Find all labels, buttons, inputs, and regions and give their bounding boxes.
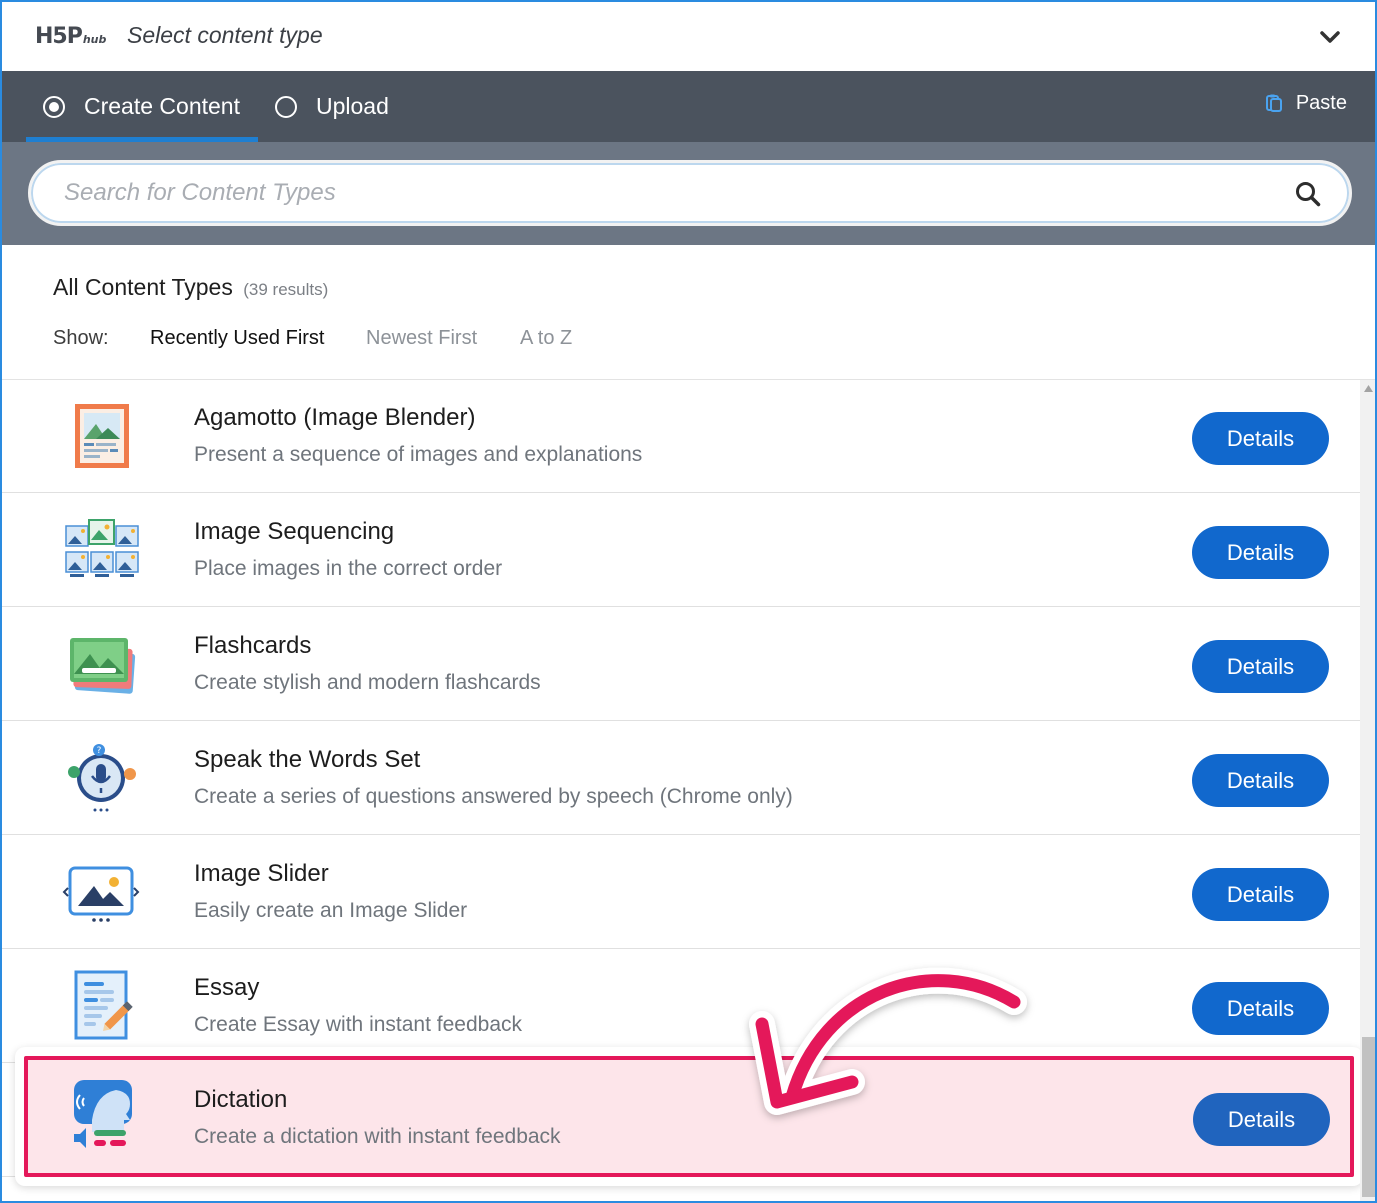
- image-sequencing-icon: [65, 519, 139, 577]
- tab-create-content[interactable]: Create Content: [43, 71, 240, 142]
- radio-checked-icon: [43, 95, 65, 118]
- details-button[interactable]: Details: [1192, 640, 1329, 693]
- content-types-heading: All Content Types: [53, 274, 233, 300]
- item-description: Create a series of questions answered by…: [194, 785, 793, 808]
- details-button[interactable]: Details: [1192, 412, 1329, 465]
- list-item[interactable]: ? Speak the Words Set Create a series of…: [2, 722, 1360, 835]
- item-description: Create stylish and modern flashcards: [194, 671, 541, 694]
- item-name: Speak the Words Set: [194, 746, 421, 773]
- details-button[interactable]: Details: [1192, 526, 1329, 579]
- item-name: Flashcards: [194, 632, 312, 659]
- item-name: Dictation: [194, 1086, 288, 1113]
- details-button[interactable]: Details: [1192, 754, 1329, 807]
- clipboard-icon: [1265, 94, 1282, 112]
- tab-bar: Create Content Upload: [2, 71, 1375, 142]
- show-label: Show:: [53, 327, 109, 349]
- content-types-title: All Content Types (39 results): [53, 274, 328, 301]
- search-icon[interactable]: [1295, 181, 1321, 207]
- sort-a-to-z[interactable]: A to Z: [520, 327, 572, 350]
- logo-sub: hub: [82, 33, 107, 46]
- list-item-dictation-highlighted[interactable]: Dictation Create a dictation with instan…: [24, 1056, 1354, 1177]
- h5p-hub-logo: H5P hub: [35, 24, 106, 49]
- list-item[interactable]: Flashcards Create stylish and modern fla…: [2, 608, 1360, 721]
- search-band: [2, 142, 1375, 245]
- list-item[interactable]: Image Sequencing Place images in the cor…: [2, 494, 1360, 607]
- results-count: (39 results): [243, 280, 329, 299]
- sort-newest-first[interactable]: Newest First: [366, 327, 477, 350]
- essay-icon: [74, 970, 133, 1040]
- sort-recently-used[interactable]: Recently Used First: [150, 327, 325, 350]
- item-description: Present a sequence of images and explana…: [194, 443, 643, 466]
- details-button[interactable]: Details: [1192, 868, 1329, 921]
- search-box[interactable]: [28, 160, 1352, 226]
- item-description: Create a dictation with instant feedback: [194, 1125, 561, 1148]
- item-description: Easily create an Image Slider: [194, 899, 468, 922]
- details-button[interactable]: Details: [1193, 1093, 1330, 1146]
- scroll-up-icon[interactable]: [1362, 382, 1375, 396]
- item-description: Create Essay with instant feedback: [194, 1013, 523, 1036]
- content-types-header: All Content Types (39 results) Show: Rec…: [2, 245, 1375, 380]
- item-name: Image Sequencing: [194, 518, 395, 545]
- tab-upload-label: Upload: [316, 93, 389, 119]
- list-item[interactable]: Agamotto (Image Blender) Present a seque…: [2, 380, 1360, 493]
- item-description: Place images in the correct order: [194, 557, 503, 580]
- dictation-icon: [74, 1080, 132, 1148]
- details-button[interactable]: Details: [1192, 982, 1329, 1035]
- logo-main: H5P: [35, 24, 83, 49]
- tab-create-label: Create Content: [84, 93, 240, 119]
- tab-upload[interactable]: Upload: [275, 71, 389, 142]
- search-input[interactable]: [64, 179, 1264, 207]
- radio-unchecked-icon: [275, 95, 297, 118]
- hub-header[interactable]: H5P hub Select content type: [2, 2, 1375, 71]
- paste-button[interactable]: Paste: [1264, 71, 1347, 135]
- item-name: Essay: [194, 974, 260, 1001]
- scroll-thumb[interactable]: [1362, 1037, 1375, 1197]
- chevron-down-icon[interactable]: [1319, 26, 1341, 48]
- item-name: Image Slider: [194, 860, 329, 887]
- list-item[interactable]: Image Slider Easily create an Image Slid…: [2, 836, 1360, 949]
- item-name: Agamotto (Image Blender): [194, 404, 476, 431]
- svg-text:?: ?: [97, 746, 102, 756]
- hub-title: Select content type: [127, 22, 323, 48]
- flashcards-icon: [70, 638, 136, 694]
- h5p-hub-window: H5P hub Select content type Create Conte…: [0, 0, 1377, 1203]
- agamotto-icon: [75, 404, 129, 468]
- paste-label: Paste: [1295, 91, 1347, 114]
- speak-words-icon: ?: [68, 744, 136, 812]
- image-slider-icon: [62, 866, 140, 922]
